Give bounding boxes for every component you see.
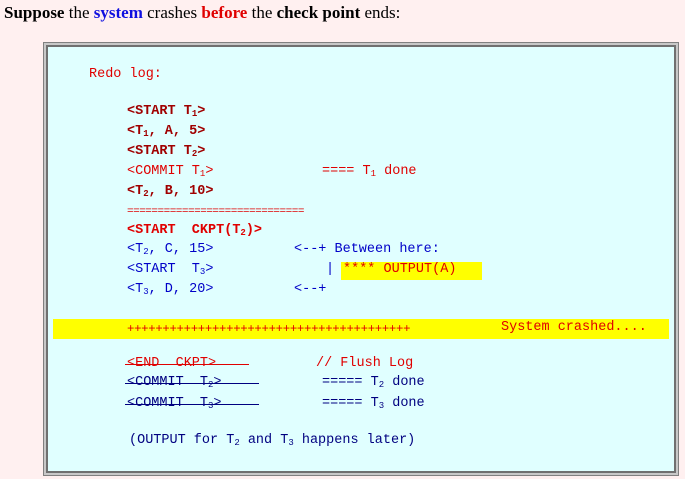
separator-line: ============================= — [127, 206, 304, 218]
log-line-t3-d-20: <T3, D, 20> — [127, 282, 213, 298]
log-text: , A, 5> — [148, 124, 206, 139]
log-text: > — [197, 104, 206, 119]
heading-before: before — [201, 3, 248, 22]
log-text: ===== T — [322, 396, 379, 411]
heading-text-2: crashes — [142, 3, 202, 22]
crash-plus-line: ++++++++++++++++++++++++++++++++++++++++ — [127, 322, 411, 336]
log-text: <T — [127, 282, 144, 297]
log-text: <T — [127, 242, 144, 257]
flush-log-comment: // Flush Log — [316, 356, 414, 371]
commit-t3-strikethrough — [125, 404, 259, 405]
log-line-start-ckpt: <START CKPT(T2)> — [127, 223, 262, 239]
log-text: <START T — [127, 144, 192, 159]
log-text: , D, 20> — [148, 282, 214, 297]
output-later-footnote: (OUTPUT for T2 and T3 happens later) — [129, 433, 415, 449]
log-line-start-t1: <START T1> — [127, 104, 205, 120]
heading-system: system — [93, 3, 143, 22]
log-text: <START T — [127, 104, 192, 119]
log-text: ===== T — [322, 375, 379, 390]
log-text: and T — [239, 433, 289, 448]
log-text: , B, 10> — [148, 184, 214, 199]
log-line-t2-b-10: <T2, B, 10> — [127, 184, 213, 200]
log-text: ==== T — [322, 164, 371, 179]
log-line-start-t3: <START T3> — [127, 262, 213, 278]
log-text: done — [376, 164, 417, 179]
log-line-t1-a-5: <T1, A, 5> — [127, 124, 205, 140]
redo-log-title: Redo log: — [89, 67, 162, 82]
commit-t3-note: ===== T3 done — [322, 396, 425, 412]
log-text: (OUTPUT for T — [129, 433, 235, 448]
heading-text-1: the — [64, 3, 94, 22]
log-text: <START CKPT(T — [127, 223, 241, 238]
log-text: > — [197, 144, 206, 159]
log-line-t2-c-15: <T2, C, 15> — [127, 242, 213, 258]
heading-text-3: the — [247, 3, 277, 22]
log-text: )> — [245, 223, 263, 238]
log-text: > — [205, 262, 214, 277]
commit-t2-note: ===== T2 done — [322, 375, 425, 391]
commit-t2-strikethrough — [125, 383, 259, 384]
between-bar: | — [326, 262, 335, 277]
output-a-highlight: **** OUTPUT(A) — [341, 262, 482, 280]
commit-t1-note: ==== T1 done — [322, 164, 417, 180]
log-text: happens later) — [293, 433, 416, 448]
system-crashed-label: System crashed.... — [501, 320, 647, 335]
log-text: , C, 15> — [148, 242, 214, 257]
log-text: > — [205, 164, 214, 179]
heading-suppose: Suppose — [4, 3, 65, 22]
between-here-note: <--+ Between here: — [294, 242, 440, 257]
log-line-start-t2: <START T2> — [127, 144, 205, 160]
log-text: <START T — [127, 262, 200, 277]
between-end-arrow: <--+ — [294, 282, 327, 297]
heading-text-4: ends: — [360, 3, 401, 22]
heading-check-point: check point — [276, 3, 361, 22]
log-text: <COMMIT T — [127, 164, 200, 179]
log-text: <T — [127, 124, 144, 139]
slide-heading: Suppose the system crashes before the ch… — [4, 2, 400, 24]
log-text: done — [384, 396, 425, 411]
log-text: <T — [127, 184, 144, 199]
log-line-commit-t1: <COMMIT T1> — [127, 164, 213, 180]
log-text: done — [384, 375, 425, 390]
end-ckpt-strikethrough — [125, 364, 249, 365]
